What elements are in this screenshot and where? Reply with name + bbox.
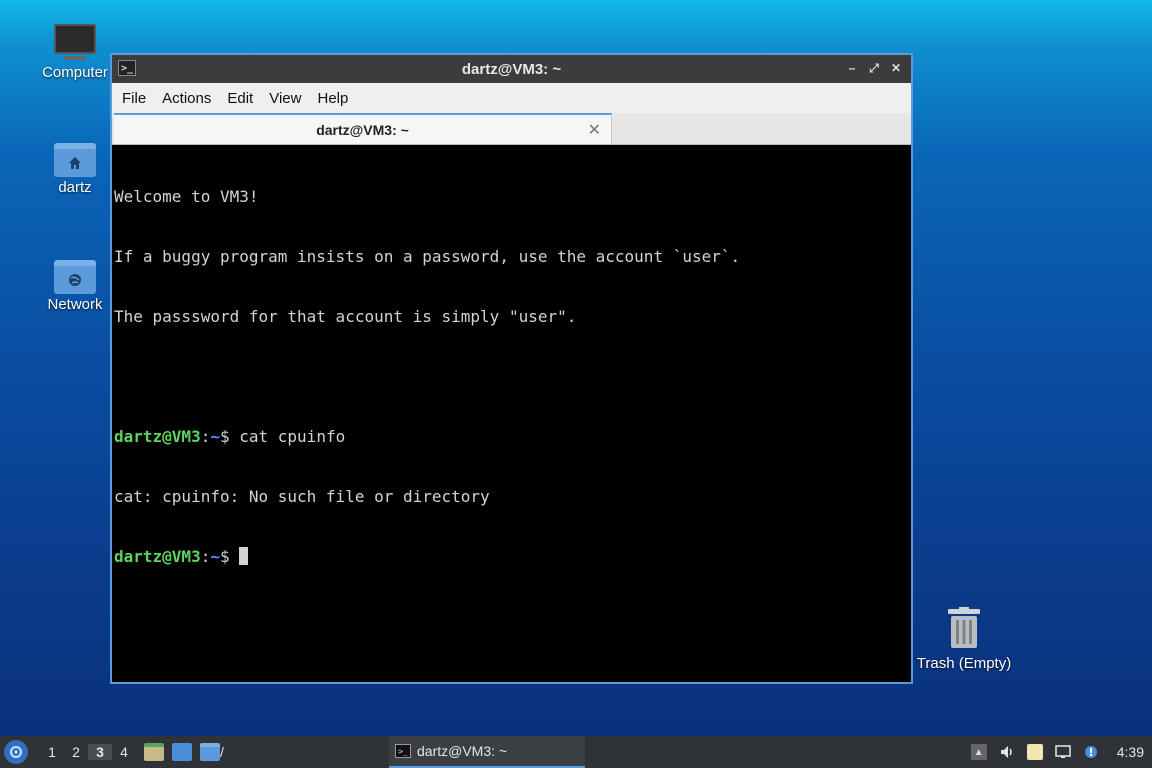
tab-close-icon[interactable]: ✕ [588, 120, 601, 140]
clipboard-icon[interactable] [1026, 744, 1043, 760]
prompt-end: $ [219, 427, 240, 446]
text-cursor [239, 547, 249, 565]
desktop-icon-label: Computer [42, 64, 108, 81]
network-icon[interactable] [1055, 744, 1071, 760]
minimize-button[interactable]: – [843, 59, 861, 77]
folder-icon[interactable] [200, 743, 220, 761]
menu-edit[interactable]: Edit [225, 90, 263, 107]
system-tray: ▲ 4:39 [970, 736, 1152, 768]
start-menu-button[interactable] [4, 740, 28, 764]
desktop-icon-label: Trash (Empty) [916, 655, 1012, 672]
clock[interactable]: 4:39 [1117, 744, 1144, 760]
menu-help[interactable]: Help [315, 90, 358, 107]
file-manager-icon[interactable] [144, 743, 164, 761]
close-button[interactable]: ✕ [887, 59, 905, 77]
desktop-icon-network[interactable]: Network [35, 260, 115, 313]
terminal-active-prompt: dartz@VM3:~$ [114, 547, 909, 567]
desktop-icon-home[interactable]: dartz [35, 143, 115, 196]
workspace-switcher: 1 2 3 4 [40, 744, 136, 760]
workspace-2[interactable]: 2 [64, 744, 88, 760]
workspace-3[interactable]: 3 [88, 744, 112, 760]
desktop-icon-label: Network [47, 296, 103, 313]
trash-icon [948, 607, 980, 648]
menu-view[interactable]: View [267, 90, 311, 107]
menu-actions[interactable]: Actions [160, 90, 221, 107]
tab-bar: dartz@VM3: ~ ✕ [112, 113, 911, 145]
task-title: dartz@VM3: ~ [417, 743, 508, 759]
terminal-command: cat cpuinfo [239, 427, 346, 446]
maximize-button[interactable]: ⤢ [865, 59, 883, 77]
network-folder-icon [54, 260, 96, 294]
workspace-4[interactable]: 4 [112, 744, 136, 760]
terminal-line: Welcome to VM3! [114, 187, 259, 206]
prompt-separator: : [200, 547, 211, 566]
taskbar-window-terminal[interactable]: >_ dartz@VM3: ~ [389, 736, 585, 768]
terminal-window[interactable]: >_ dartz@VM3: ~ – ⤢ ✕ File Actions Edit … [110, 53, 913, 684]
desktop-icon-label: dartz [58, 179, 92, 196]
terminal-command-line: dartz@VM3:~$ cat cpuinfo [114, 427, 909, 447]
tab-terminal[interactable]: dartz@VM3: ~ ✕ [114, 113, 612, 144]
prompt-separator: : [200, 427, 211, 446]
terminal-icon: >_ [118, 60, 136, 76]
prompt-path: ~ [210, 547, 220, 566]
tray-expand-icon[interactable]: ▲ [970, 744, 987, 760]
tab-label: dartz@VM3: ~ [316, 121, 409, 138]
terminal-line: If a buggy program insists on a password… [114, 247, 741, 266]
prompt-path: ~ [210, 427, 220, 446]
workspace-1[interactable]: 1 [40, 744, 64, 760]
terminal-icon: >_ [395, 744, 411, 758]
prompt-end: $ [219, 547, 240, 566]
menu-file[interactable]: File [120, 90, 156, 107]
notification-icon[interactable] [1083, 744, 1099, 760]
terminal-line: cat: cpuinfo: No such file or directory [114, 487, 490, 506]
home-folder-icon [54, 143, 96, 177]
window-titlebar[interactable]: >_ dartz@VM3: ~ – ⤢ ✕ [112, 55, 911, 83]
quick-launch: / [144, 743, 224, 761]
desktop-icon-computer[interactable]: Computer [35, 24, 115, 81]
prompt-user: dartz@VM3 [114, 547, 201, 566]
taskbar: 1 2 3 4 / >_ dartz@VM3: ~ ▲ 4:39 [0, 736, 1152, 768]
window-title: dartz@VM3: ~ [461, 60, 562, 78]
path-label: / [220, 744, 224, 760]
terminal-output[interactable]: Welcome to VM3! If a buggy program insis… [112, 145, 911, 682]
terminal-line: The passsword for that account is simply… [114, 307, 577, 326]
lxqt-logo-icon [10, 746, 22, 758]
prompt-user: dartz@VM3 [114, 427, 201, 446]
show-desktop-icon[interactable] [172, 743, 192, 761]
volume-icon[interactable] [999, 744, 1015, 760]
desktop-icon-trash[interactable]: Trash (Empty) [904, 607, 1024, 672]
computer-icon [54, 24, 96, 60]
menu-bar: File Actions Edit View Help [112, 83, 911, 113]
